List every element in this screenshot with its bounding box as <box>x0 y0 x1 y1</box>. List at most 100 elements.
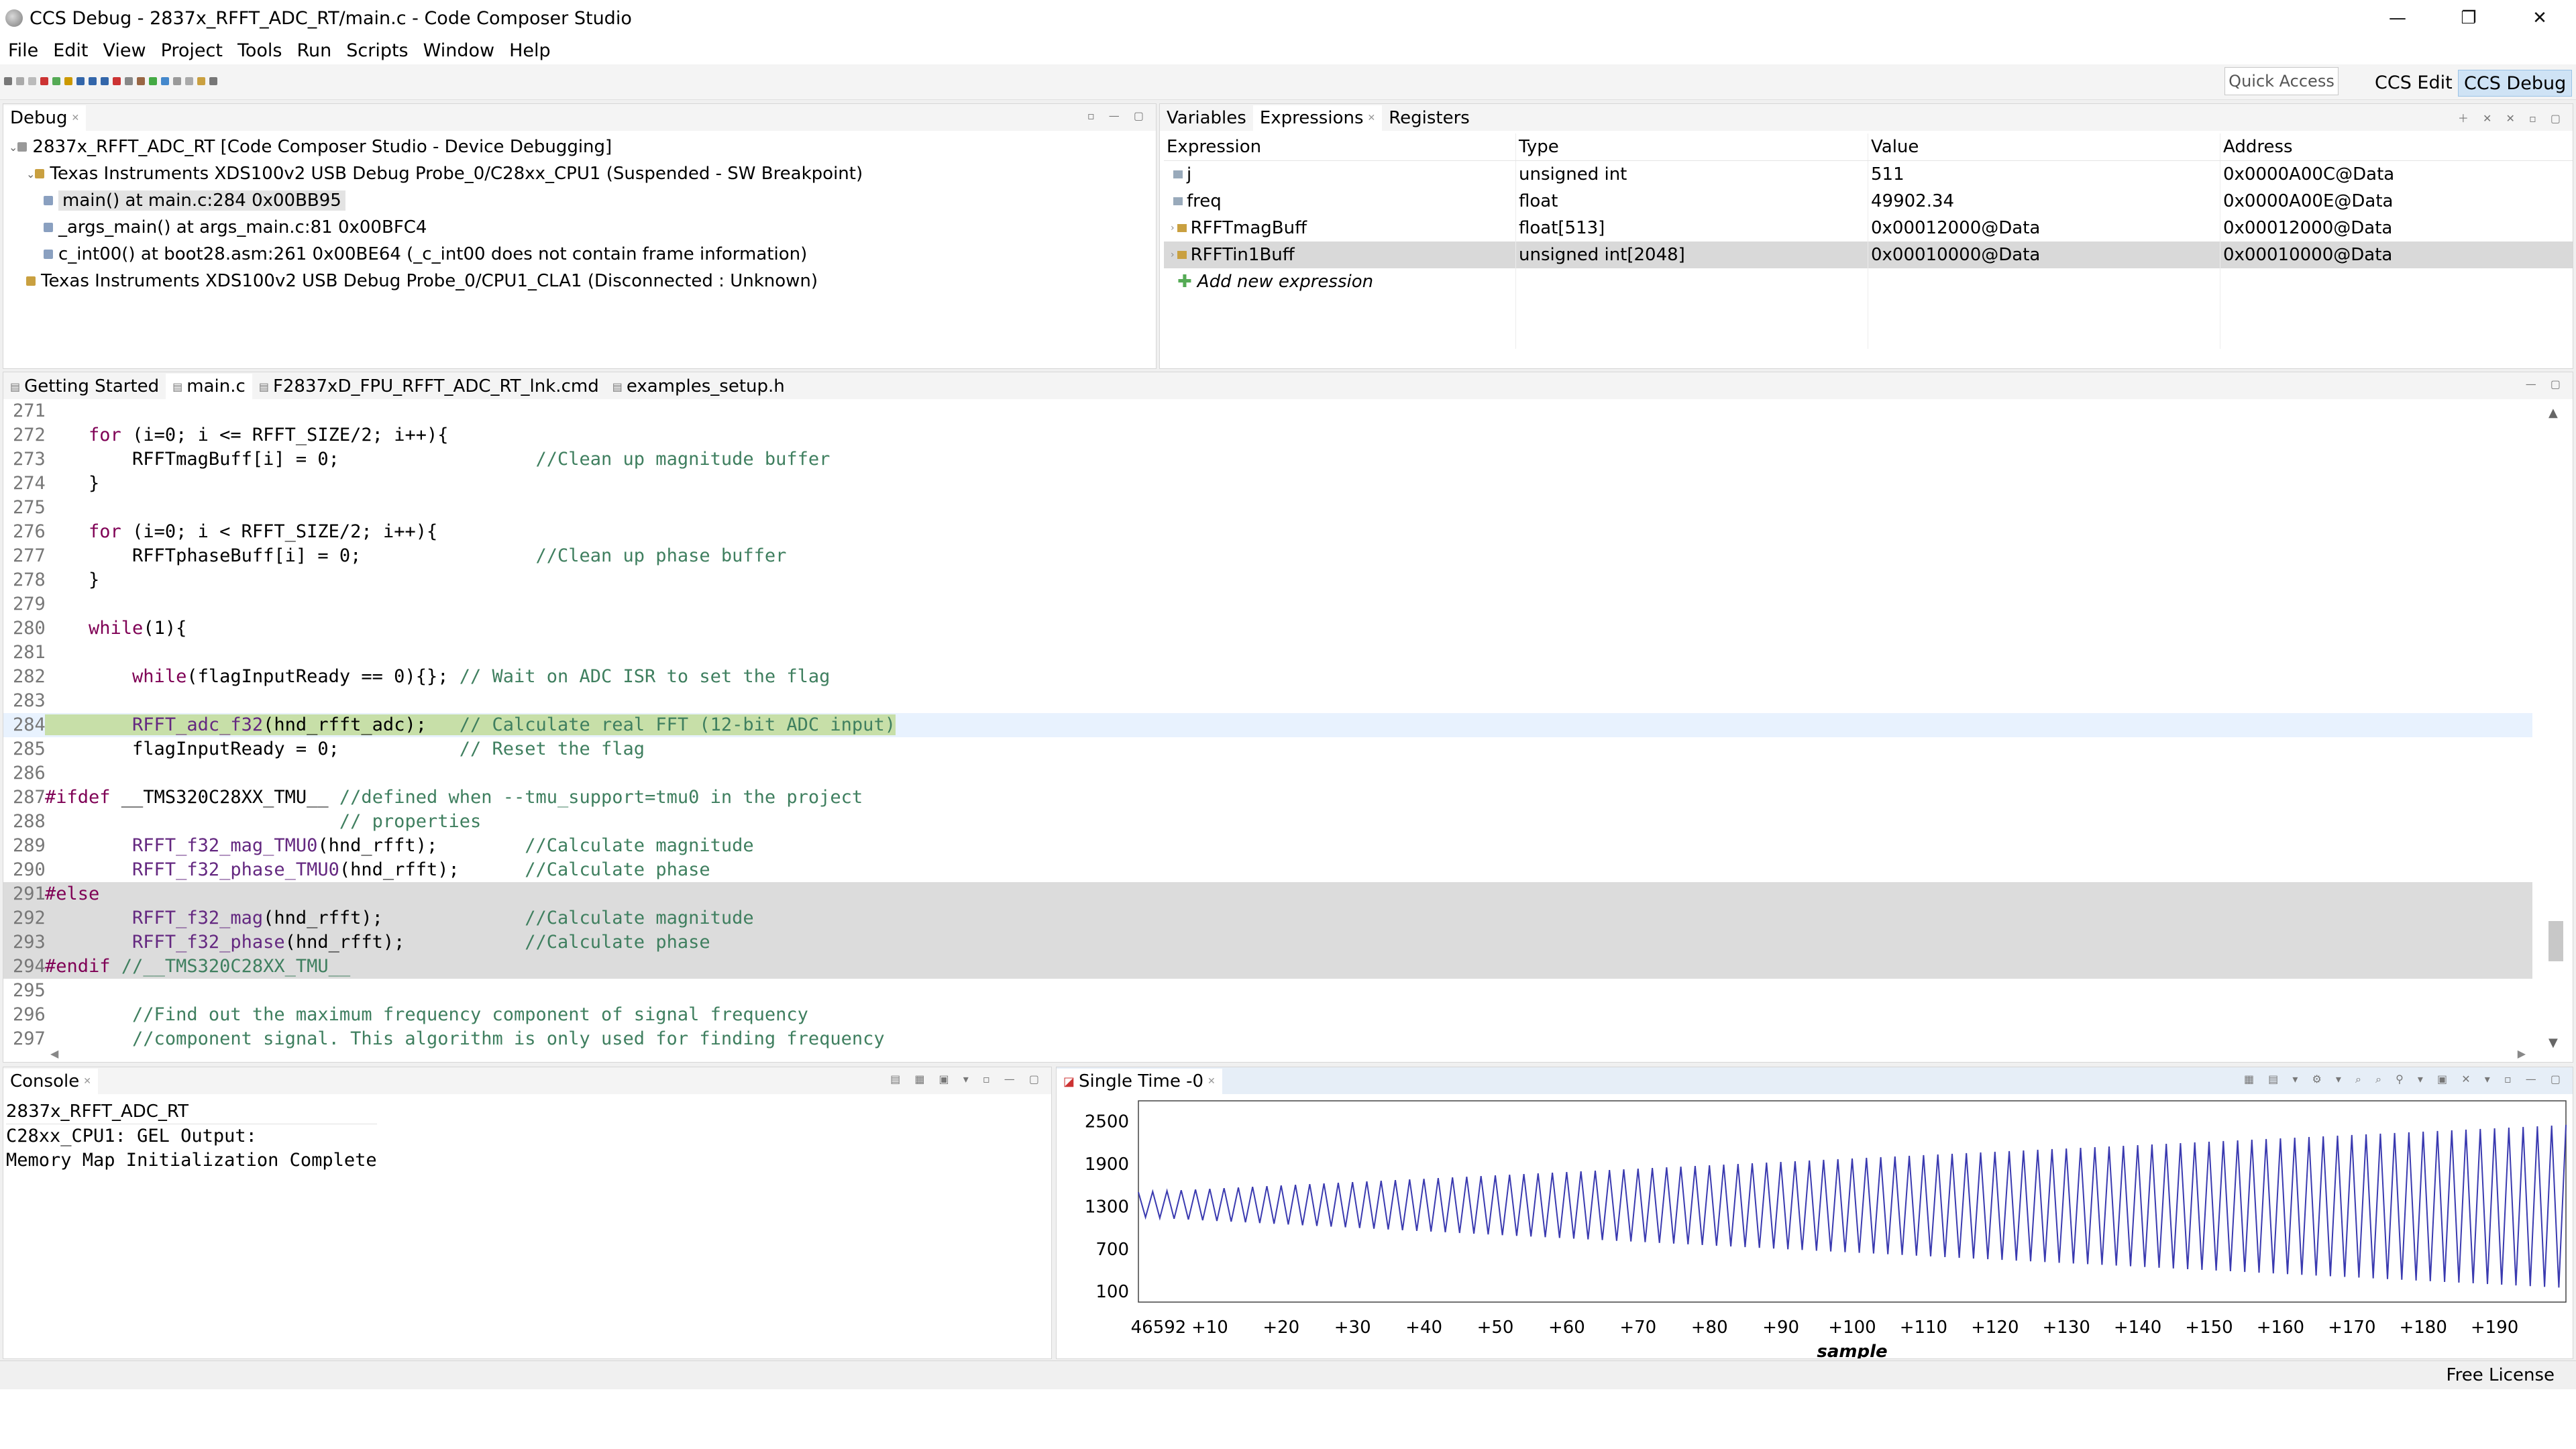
save-all-icon[interactable] <box>28 77 36 85</box>
reset-icon[interactable] <box>125 77 133 85</box>
scroll-down-icon[interactable]: ▼ <box>2548 1036 2558 1050</box>
code-line[interactable]: 280 while(1){ <box>3 616 2532 641</box>
graph-toolbar[interactable]: ▦ ▤ ▾ ⚙ ▾ ⌕ ⌕ ⚲ ▾ ▣ ✕ ▾ ▫ — ▢ <box>2244 1073 2566 1086</box>
vertical-scrollbar[interactable]: ▲ ▼ <box>2548 406 2563 1050</box>
debug-tree-item[interactable]: _args_main() at args_main.c:81 0x00BFC4 <box>3 214 1156 241</box>
close-button[interactable]: ✕ <box>2504 0 2576 36</box>
code-line[interactable]: 273 RFFTmagBuff[i] = 0; //Clean up magni… <box>3 447 2532 472</box>
breakpoint-icon[interactable] <box>113 77 121 85</box>
close-tab-icon[interactable]: ✕ <box>83 1076 91 1087</box>
menu-project[interactable]: Project <box>153 40 229 61</box>
prev-annotation-icon[interactable] <box>209 77 217 85</box>
suspend-icon[interactable] <box>64 77 72 85</box>
expand-icon[interactable]: ⌄ <box>9 141 17 154</box>
code-line[interactable]: 283 <box>3 689 2532 713</box>
save-icon[interactable] <box>16 77 24 85</box>
search-icon[interactable] <box>185 77 193 85</box>
perspective-ccs-edit[interactable]: CCS Edit <box>2369 70 2458 95</box>
view-controls[interactable]: ▫ — ▢ <box>1087 109 1149 122</box>
next-annotation-icon[interactable] <box>197 77 205 85</box>
editor-tab[interactable]: ▤ examples_setup.h <box>606 374 792 399</box>
code-line[interactable]: 282 while(flagInputReady == 0){}; // Wai… <box>3 665 2532 689</box>
code-line[interactable]: 271 <box>3 399 2532 423</box>
code-line[interactable]: 286 <box>3 761 2532 786</box>
debug-tree-item[interactable]: ⌄ 2837x_RFFT_ADC_RT [Code Composer Studi… <box>3 133 1156 160</box>
close-tab-icon[interactable]: ✕ <box>1208 1076 1216 1087</box>
scroll-left-icon[interactable]: ◀ <box>50 1047 58 1060</box>
code-line[interactable]: 295 <box>3 979 2532 1003</box>
column-address[interactable]: Address <box>2220 133 2573 160</box>
menu-view[interactable]: View <box>95 40 152 61</box>
resume-icon[interactable] <box>52 77 60 85</box>
tab-debug[interactable]: Debug ✕ <box>3 105 87 131</box>
code-line[interactable]: 287#ifdef __TMS320C28XX_TMU__ //defined … <box>3 786 2532 810</box>
tab-registers[interactable]: Registers <box>1382 105 1477 131</box>
tab-single-time[interactable]: ◪ Single Time -0 ✕ <box>1057 1069 1222 1094</box>
code-line[interactable]: 278 } <box>3 568 2532 592</box>
debug-tree-item[interactable]: Texas Instruments XDS100v2 USB Debug Pro… <box>3 268 1156 294</box>
expand-icon[interactable]: › <box>1171 223 1175 233</box>
expression-row[interactable]: › RFFTin1Buff unsigned int[2048] 0x00010000… <box>1164 241 2573 268</box>
code-line[interactable]: 288 // properties <box>3 810 2532 834</box>
terminate-icon[interactable] <box>40 77 48 85</box>
scroll-up-icon[interactable]: ▲ <box>2548 406 2558 420</box>
editor-tab[interactable]: ▤ main.c <box>166 374 252 399</box>
debug-tree-item[interactable]: ⌄ Texas Instruments XDS100v2 USB Debug P… <box>3 160 1156 187</box>
expression-row[interactable]: › RFFTmagBuff float[513] 0x00012000@Data 0x0… <box>1164 215 2573 241</box>
menu-window[interactable]: Window <box>415 40 501 61</box>
code-line[interactable]: 289 RFFT_f32_mag_TMU0(hnd_rfft); //Calcu… <box>3 834 2532 858</box>
code-line[interactable]: 290 RFFT_f32_phase_TMU0(hnd_rfft); //Cal… <box>3 858 2532 882</box>
tab-variables[interactable]: Variables <box>1160 105 1253 131</box>
column-type[interactable]: Type <box>1516 133 1868 160</box>
code-line[interactable]: 277 RFFTphaseBuff[i] = 0; //Clean up pha… <box>3 544 2532 568</box>
scroll-thumb[interactable] <box>2548 921 2563 961</box>
debug-tree-item[interactable]: main() at main.c:284 0x00BB95 <box>3 187 1156 214</box>
code-line[interactable]: 285 flagInputReady = 0; // Reset the fla… <box>3 737 2532 761</box>
code-line[interactable]: 291#else <box>3 882 2532 906</box>
minimize-button[interactable]: — <box>2361 0 2434 36</box>
time-domain-chart[interactable]: 2500 1900 1300 700 10046592 +10 +20 +30 +40 +50 +6… <box>1057 1094 2573 1359</box>
menu-scripts[interactable]: Scripts <box>338 40 415 61</box>
debug-tree-item[interactable]: c_int00() at boot28.asm:261 0x00BE64 (_c… <box>3 241 1156 268</box>
close-tab-icon[interactable]: ✕ <box>72 113 80 123</box>
code-line[interactable]: 276 for (i=0; i < RFFT_SIZE/2; i++){ <box>3 520 2532 544</box>
view-controls[interactable]: ＋ ✕ ✕ ▫ ▢ <box>2458 109 2566 125</box>
quick-access-field[interactable]: Quick Access <box>2224 67 2339 95</box>
menu-tools[interactable]: Tools <box>229 40 289 61</box>
code-line[interactable]: 293 RFFT_f32_phase(hnd_rfft); //Calculat… <box>3 930 2532 955</box>
new-icon[interactable] <box>4 77 12 85</box>
expand-icon[interactable]: › <box>1171 250 1175 260</box>
code-line[interactable]: 274 } <box>3 472 2532 496</box>
code-line[interactable]: 275 <box>3 496 2532 520</box>
code-line[interactable]: 279 <box>3 592 2532 616</box>
editor-tab[interactable]: ▤ Getting Started <box>3 374 166 399</box>
code-line[interactable]: 284 RFFT_adc_f32(hnd_rfft_adc); // Calcu… <box>3 713 2532 737</box>
menu-run[interactable]: Run <box>288 40 338 61</box>
code-line[interactable]: 272 for (i=0; i <= RFFT_SIZE/2; i++){ <box>3 423 2532 447</box>
menu-file[interactable]: File <box>0 40 45 61</box>
refresh-icon[interactable] <box>173 77 181 85</box>
code-line[interactable]: 296 //Find out the maximum frequency com… <box>3 1003 2532 1027</box>
step-into-icon[interactable] <box>76 77 85 85</box>
expand-icon[interactable]: ⌄ <box>26 168 35 180</box>
tab-expressions[interactable]: Expressions ✕ <box>1252 105 1383 131</box>
code-line[interactable]: 281 <box>3 641 2532 665</box>
step-over-icon[interactable] <box>89 77 97 85</box>
code-line[interactable]: 294#endif //__TMS320C28XX_TMU__ <box>3 955 2532 979</box>
build-icon[interactable] <box>137 77 145 85</box>
scroll-right-icon[interactable]: ▶ <box>2518 1047 2526 1060</box>
column-expression[interactable]: Expression <box>1164 133 1516 160</box>
console-toolbar[interactable]: ▤ ▦ ▣ ▾ ▫ — ▢ <box>890 1073 1044 1085</box>
code-line[interactable]: 292 RFFT_f32_mag(hnd_rfft); //Calculate … <box>3 906 2532 930</box>
close-tab-icon[interactable]: ✕ <box>1368 113 1376 123</box>
connect-icon[interactable] <box>161 77 169 85</box>
expression-row[interactable]: freq float 49902.34 0x0000A00E@Data <box>1164 188 2573 215</box>
perspective-ccs-debug[interactable]: CCS Debug <box>2458 70 2573 97</box>
step-return-icon[interactable] <box>101 77 109 85</box>
column-value[interactable]: Value <box>1868 133 2220 160</box>
view-controls[interactable]: — ▢ <box>2526 378 2566 390</box>
add-expression-row[interactable]: ✚ Add new expression <box>1164 268 2573 295</box>
restore-button[interactable]: ❐ <box>2432 0 2505 36</box>
menu-edit[interactable]: Edit <box>45 40 95 61</box>
expression-row[interactable]: j unsigned int 511 0x0000A00C@Data <box>1164 161 2573 188</box>
